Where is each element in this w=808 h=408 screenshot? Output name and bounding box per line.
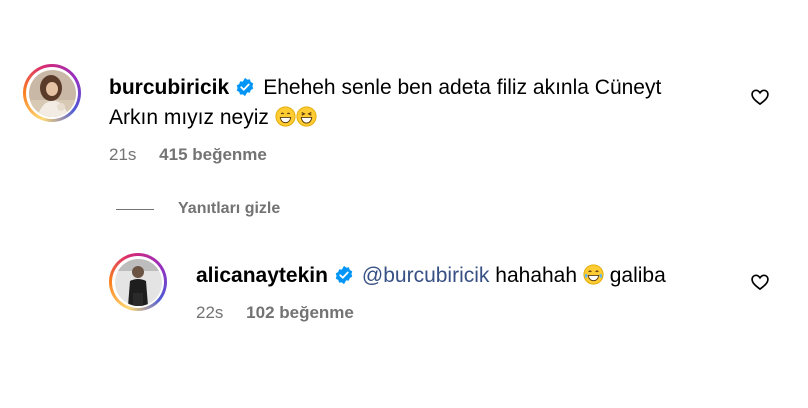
heart-outline-icon[interactable]	[750, 272, 770, 292]
squinting-laughing-emoji-icon	[296, 106, 317, 127]
replies-divider	[116, 209, 154, 210]
comment-text-line1: Eheheh senle ben adeta filiz akınla Cüne…	[263, 76, 662, 99]
comment-meta: 21s 415 beğenme	[109, 145, 267, 165]
reply-meta: 22s 102 beğenme	[196, 303, 354, 323]
reply-time: 22s	[196, 303, 224, 322]
reply-username[interactable]: alicanaytekin	[196, 264, 328, 287]
hide-replies-button[interactable]: Yanıtları gizle	[178, 200, 280, 218]
verified-badge-icon	[335, 265, 353, 285]
comment-avatar[interactable]	[23, 64, 81, 122]
comment-likes[interactable]: 415 beğenme	[159, 145, 267, 164]
reply-text-part2: galiba	[609, 264, 666, 287]
grinning-emoji-icon	[275, 106, 296, 127]
reply-text-part1: hahahah	[495, 264, 578, 287]
comment-text-line2: Arkın mıyız neyiz	[109, 106, 269, 129]
verified-badge-icon	[236, 77, 254, 97]
comment-time: 21s	[109, 145, 137, 164]
reply-mention-link[interactable]: @burcubiricik	[362, 264, 490, 287]
reply-avatar[interactable]	[109, 253, 167, 311]
reply-body: alicanaytekin @burcubiricik hahahah galib…	[196, 261, 666, 291]
comment-body: burcubiricik Eheheh senle ben adeta filiz…	[109, 73, 661, 133]
comment-username[interactable]: burcubiricik	[109, 76, 229, 99]
heart-outline-icon[interactable]	[750, 87, 770, 107]
tears-of-joy-emoji-icon	[583, 264, 604, 285]
reply-likes[interactable]: 102 beğenme	[246, 303, 354, 322]
